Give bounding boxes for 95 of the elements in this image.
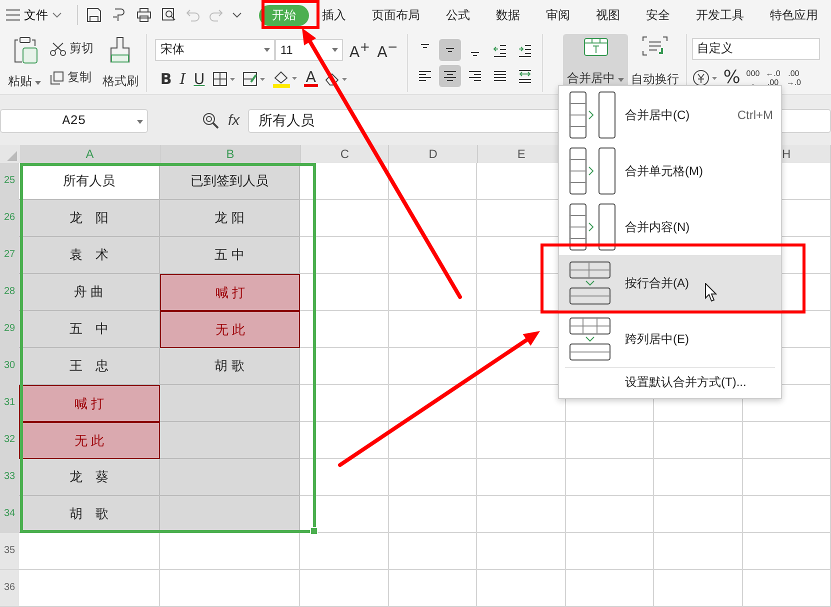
align-middle-icon — [446, 48, 454, 52]
table-cell: 五 中 — [160, 237, 300, 274]
ribbon-tab[interactable]: 审阅 — [533, 4, 583, 26]
row-header[interactable]: 36 — [0, 570, 19, 607]
table-cell: 无 此 — [19, 422, 160, 459]
align-justify-icon — [492, 69, 507, 83]
menu-item[interactable]: 跨列居中(E) — [559, 311, 781, 367]
table-cell: 袁 术 — [19, 237, 160, 274]
table-cell: 无 此 — [160, 311, 300, 348]
merge-icon — [569, 203, 617, 251]
ribbon-tab[interactable]: 数据 — [483, 4, 533, 26]
italic-button[interactable]: I — [178, 70, 187, 88]
font-name-field[interactable]: 宋体 — [155, 38, 276, 60]
menu-item[interactable]: 设置默认合并方式(T)... — [565, 367, 775, 397]
ribbon-tab[interactable]: 特色应用 — [757, 4, 831, 26]
align-bottom-icon — [470, 52, 479, 56]
align-indent-more-icon — [518, 43, 532, 57]
caret-icon — [264, 48, 270, 52]
merge-icon — [569, 147, 617, 195]
function-label[interactable]: fx — [228, 112, 240, 129]
annotation-frame — [262, 0, 320, 29]
fill-color-icon[interactable] — [272, 70, 298, 88]
percent-button[interactable]: % — [722, 67, 742, 88]
ribbon-tab[interactable]: 插入 — [309, 4, 359, 26]
menu-item[interactable]: 合并内容(N) — [559, 199, 781, 255]
menu-icon — [6, 9, 20, 21]
ribbon-tab[interactable]: 安全 — [633, 4, 683, 26]
table-cell: 所有人员 — [19, 163, 160, 200]
eraser-icon[interactable] — [324, 70, 348, 86]
borders-icon[interactable] — [212, 70, 236, 86]
merge-table-icon — [582, 37, 609, 57]
decrease-decimal-button[interactable]: .00 →.0 — [785, 68, 802, 87]
scissors-icon — [50, 42, 66, 56]
table-cell: 王 忠 — [19, 348, 160, 385]
table-cell: 胡 歌 — [19, 496, 160, 533]
wrap-text-icon — [642, 36, 668, 56]
format-painter-button[interactable]: 格式刷 — [99, 34, 142, 92]
align-distributed-icon — [518, 69, 532, 83]
name-box[interactable]: A25 — [0, 108, 148, 132]
cut-button[interactable]: 剪切 — [48, 38, 96, 59]
align-center-button[interactable] — [438, 65, 461, 87]
align-top-icon — [420, 44, 429, 48]
ribbon-tab[interactable]: 公式 — [433, 4, 483, 26]
chevron-down-icon — [52, 12, 62, 18]
copy-button[interactable]: 复制 — [48, 67, 96, 88]
number-format-field[interactable]: 自定义 — [692, 38, 820, 60]
align-middle-button[interactable] — [438, 39, 461, 61]
table-cell: 喊 打 — [160, 274, 300, 311]
zoom-icon[interactable] — [202, 112, 220, 130]
ribbon-tab[interactable]: 视图 — [583, 4, 633, 26]
currency-icon[interactable] — [692, 68, 718, 87]
file-menu[interactable]: 文件 — [0, 6, 71, 24]
caret-icon — [35, 81, 42, 85]
paste-button[interactable]: 粘贴 — [5, 34, 44, 92]
table-cell: 胡 歌 — [160, 348, 300, 385]
brush-icon — [109, 36, 132, 64]
caret-icon — [332, 48, 338, 52]
table-cell: 龙 阳 — [19, 200, 160, 237]
align-left-icon — [418, 69, 432, 83]
chevron-down-icon[interactable] — [232, 12, 242, 18]
font-size-field[interactable]: 11 — [275, 38, 344, 60]
increase-decimal-button[interactable]: ←.0 .00 — [764, 68, 782, 87]
ribbon-tab[interactable]: 开发工具 — [683, 4, 757, 26]
align-center-icon — [442, 69, 457, 83]
align-right-icon — [468, 69, 482, 83]
table-cell: 五 中 — [19, 311, 160, 348]
font-color-button[interactable]: A — [304, 70, 318, 87]
merge-icon — [569, 317, 611, 361]
table-cell: 已到签到人员 — [160, 163, 300, 200]
mouse-pointer-icon — [705, 283, 717, 302]
bold-button[interactable]: B — [159, 70, 173, 88]
clipboard-icon — [12, 36, 38, 64]
merge-icon — [569, 261, 611, 305]
underline-button[interactable]: U — [192, 70, 206, 88]
ribbon-tab[interactable]: 页面布局 — [359, 4, 433, 26]
copy-icon — [50, 70, 64, 84]
caret-icon — [618, 78, 624, 82]
table-cell: 龙 阳 — [160, 200, 300, 237]
cell-style-icon[interactable] — [242, 70, 266, 86]
align-indent-less-icon — [492, 43, 507, 57]
table-cell: 龙 葵 — [19, 459, 160, 496]
row-header[interactable]: 35 — [0, 533, 19, 570]
table-cell: 喊 打 — [19, 385, 160, 422]
column-header[interactable]: D — [389, 145, 478, 163]
column-header[interactable]: C — [301, 145, 390, 163]
shrink-font-button[interactable]: A$^{−}$ — [376, 38, 399, 60]
print-icon[interactable] — [136, 7, 152, 23]
print-preview-icon[interactable] — [160, 7, 177, 23]
save-icon[interactable] — [86, 7, 102, 23]
merge-icon — [569, 91, 617, 139]
menu-item[interactable]: 按行合并(A) — [559, 255, 781, 311]
wrap-text-button[interactable]: 自动换行 — [628, 34, 682, 90]
grow-font-button[interactable]: A$^{+}$ — [348, 38, 372, 60]
caret-icon — [137, 120, 143, 124]
table-cell: 舟 曲 — [19, 274, 160, 311]
